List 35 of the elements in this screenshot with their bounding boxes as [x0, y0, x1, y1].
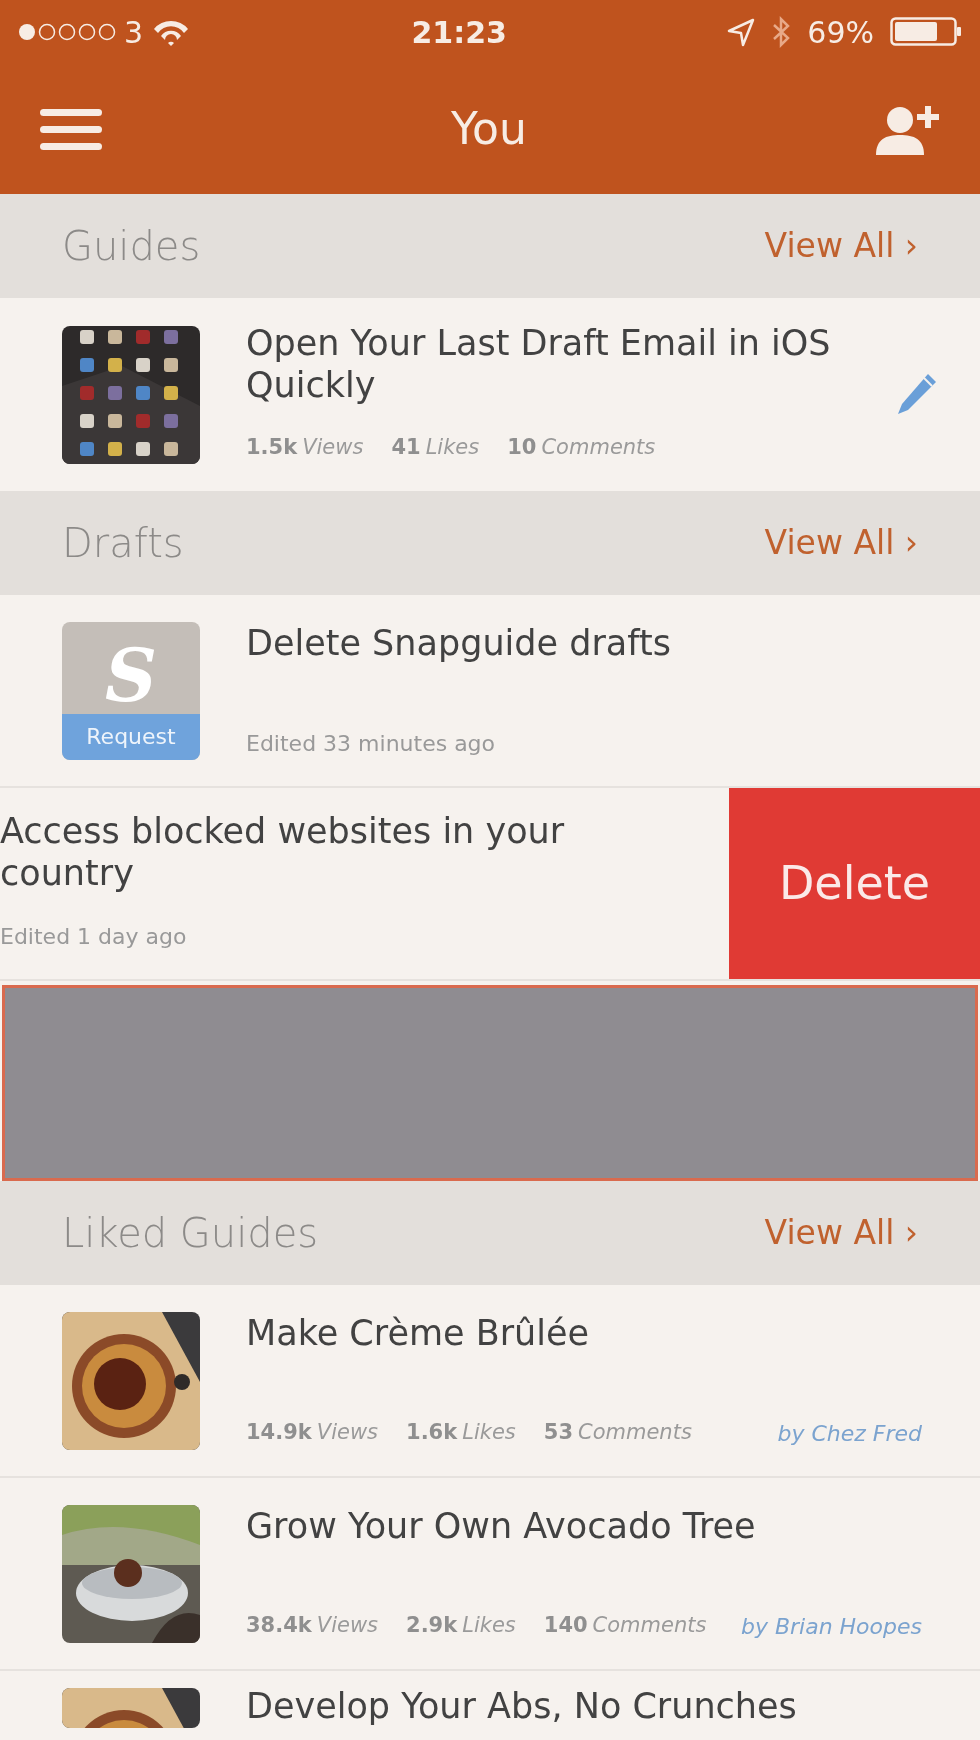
section-title: Drafts — [62, 519, 184, 568]
menu-icon — [40, 108, 102, 150]
guide-title[interactable]: Make Crème Brûlée — [246, 1311, 980, 1354]
status-time: 21:23 — [411, 13, 507, 52]
carrier-name: 3 — [124, 13, 144, 52]
guide-title[interactable]: Grow Your Own Avocado Tree — [246, 1504, 980, 1547]
stat-count: 2.9k Likes — [406, 1612, 516, 1640]
battery-percent: 69% — [807, 13, 874, 52]
edited-time: Edited 1 day ago — [0, 923, 188, 951]
add-person-icon — [876, 103, 940, 155]
guide-title[interactable]: Open Your Last Draft Email in iOS Quickly — [246, 321, 846, 406]
stat-count: 53 Comments — [543, 1419, 692, 1447]
logo: S — [104, 631, 158, 714]
bluetooth-icon — [771, 16, 792, 48]
stat-count: 1.5k Views — [246, 434, 364, 461]
guide-title[interactable]: Delete Snapguide drafts — [246, 621, 980, 664]
stat-count: 140 Comments — [543, 1612, 707, 1640]
request-badge: Request — [62, 713, 200, 760]
guide-title[interactable]: Access blocked websites in your country — [0, 810, 640, 894]
add-friend-button[interactable] — [876, 103, 940, 155]
stat-count: 41 Likes — [391, 434, 480, 461]
stat-count: 14.9k Views — [246, 1419, 379, 1447]
location-icon — [727, 17, 756, 47]
battery-icon — [890, 17, 962, 47]
menu-button[interactable] — [40, 108, 102, 150]
guide-title[interactable]: Develop Your Abs, No Crunches — [246, 1685, 980, 1727]
stat-count: 10 Comments — [507, 434, 656, 461]
edited-time: Edited 33 minutes ago — [246, 729, 497, 758]
stat-count: 38.4k Views — [246, 1612, 379, 1640]
stat-count: 1.6k Likes — [406, 1419, 516, 1447]
section-title: Guides — [62, 222, 201, 271]
screen-title: You — [451, 102, 527, 156]
section-title: Liked Guides — [62, 1209, 319, 1258]
signal-icon — [18, 21, 116, 43]
delete-button[interactable]: Delete — [729, 788, 980, 979]
